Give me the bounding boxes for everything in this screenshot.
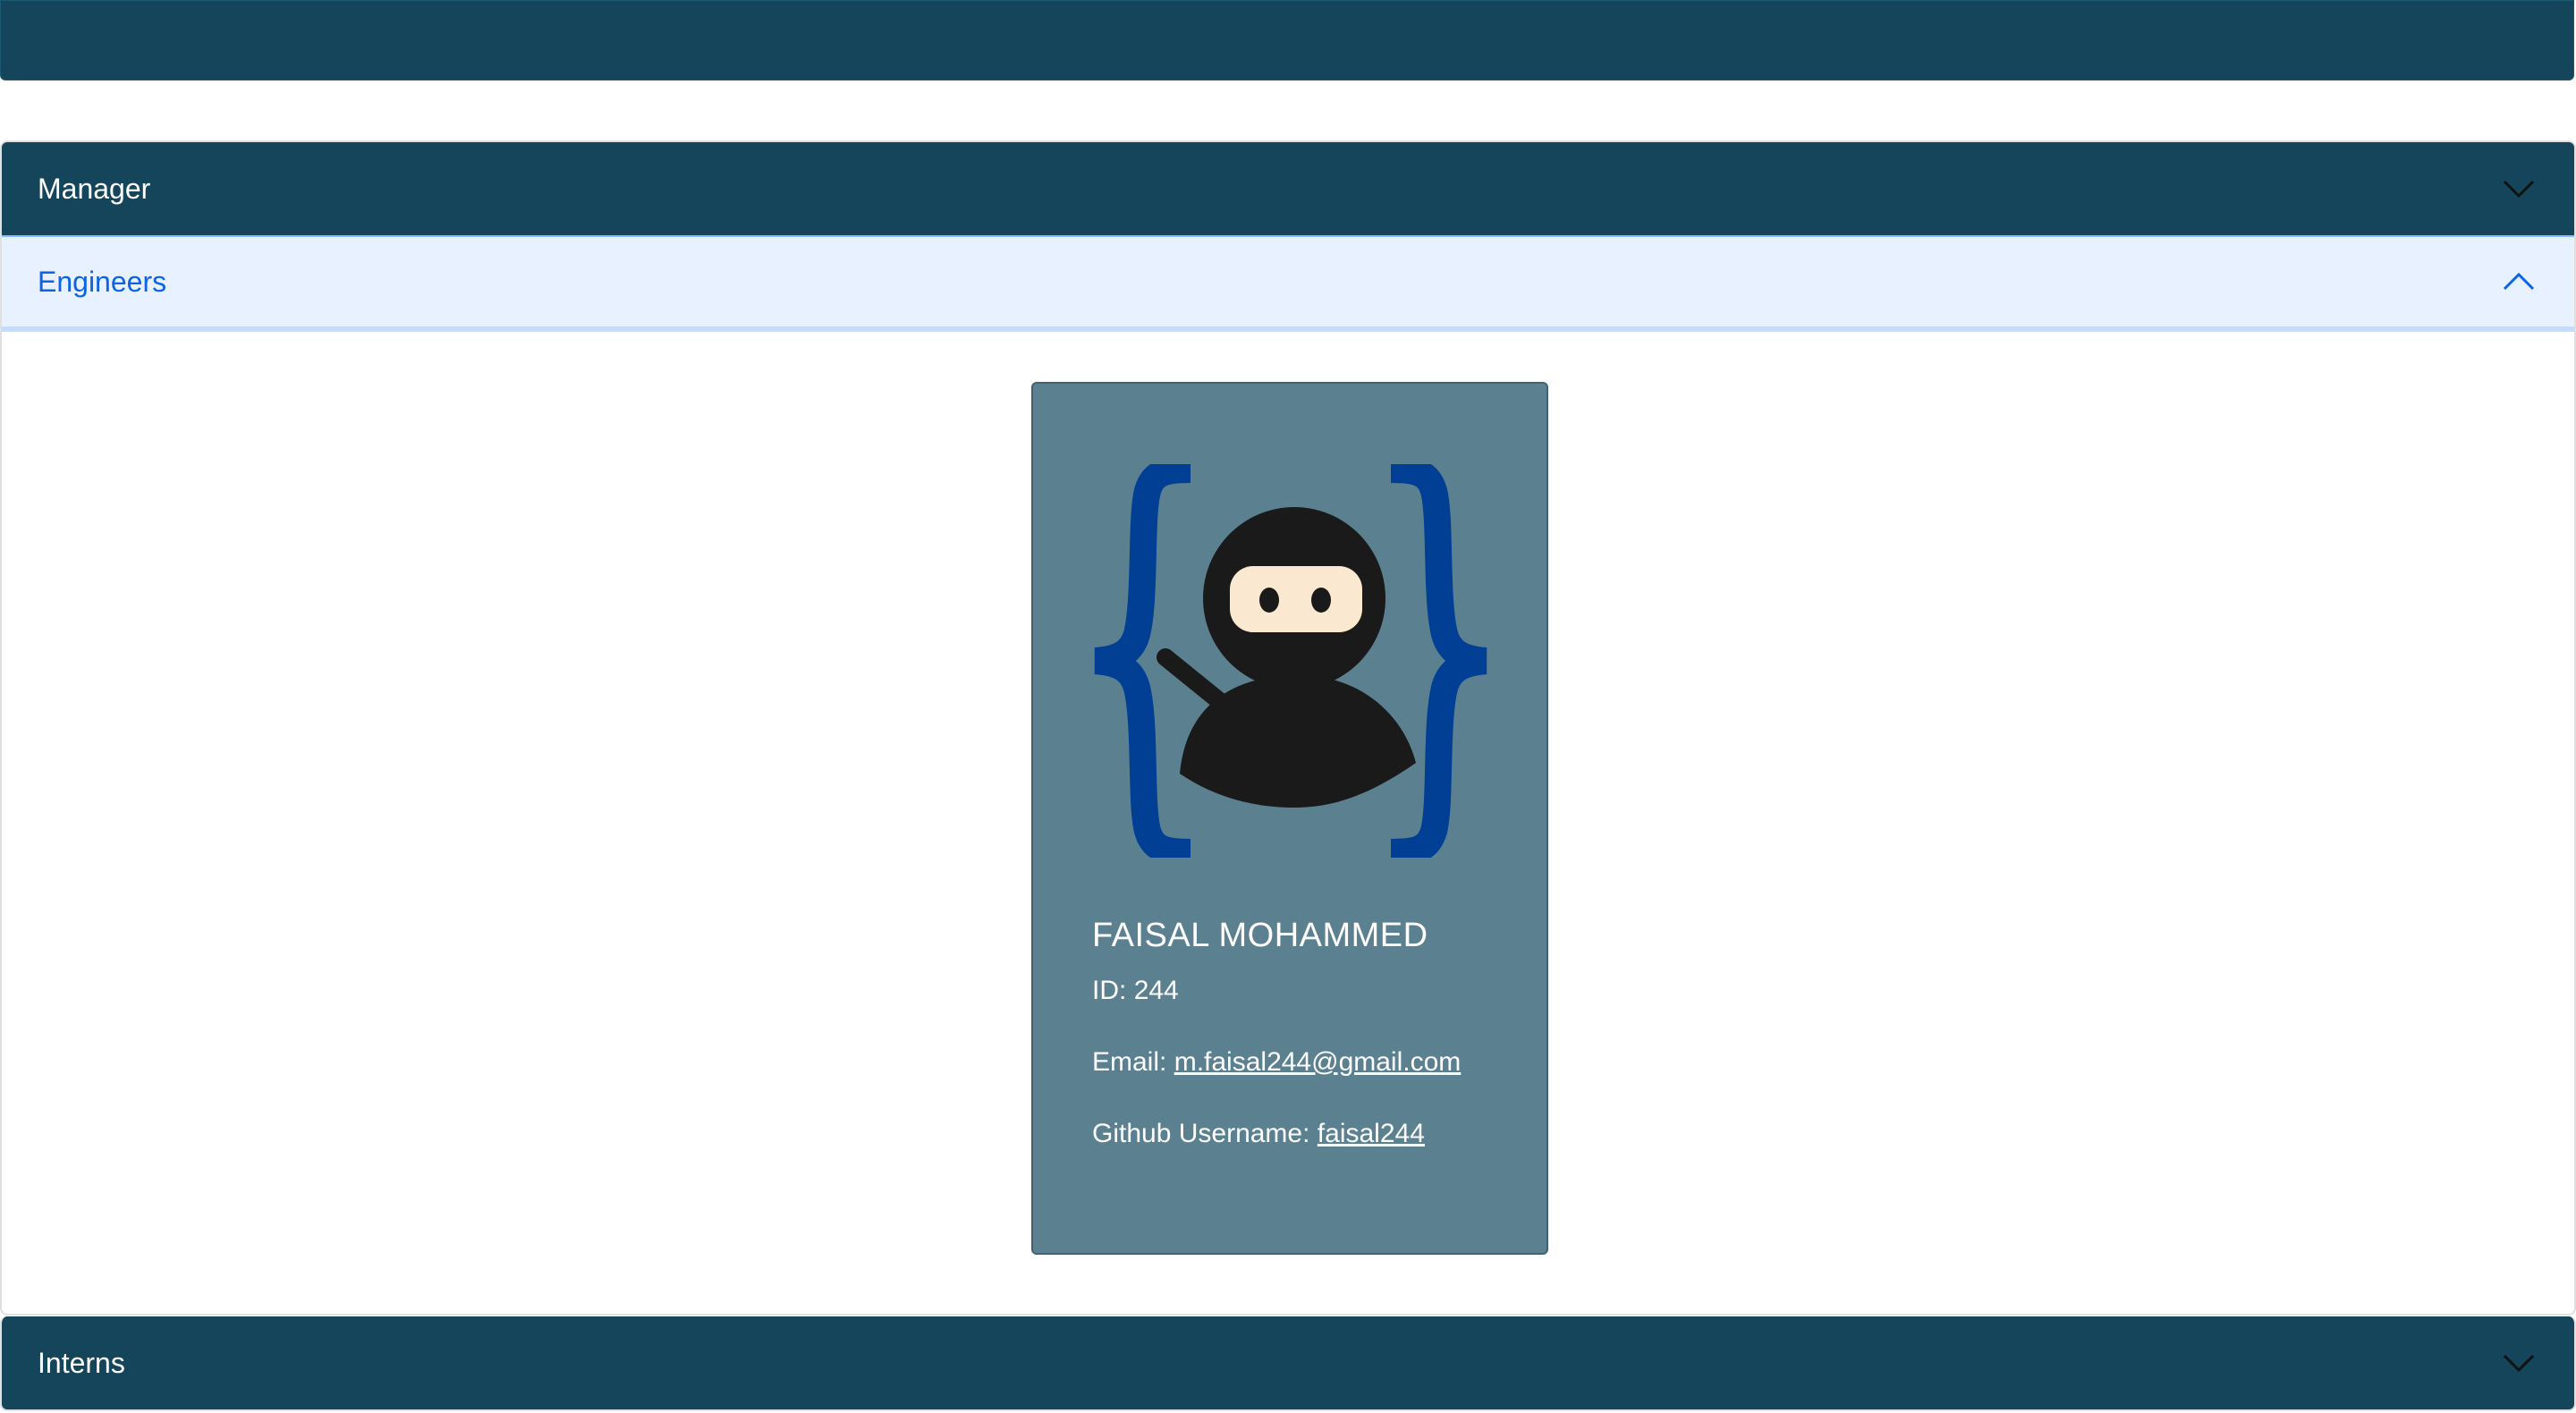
accordion-header-manager[interactable]: Manager <box>2 142 2574 235</box>
accordion-label-engineers: Engineers <box>38 265 167 298</box>
github-link[interactable]: faisal244 <box>1318 1119 1425 1148</box>
accordion-header-engineers[interactable]: Engineers <box>2 235 2574 332</box>
chevron-down-icon <box>2503 180 2535 199</box>
accordion-body-engineers: FAISAL MOHAMMED ID: 244 Email: m.faisal2… <box>2 332 2574 1314</box>
engineer-email: Email: m.faisal244@gmail.com <box>1092 1045 1461 1080</box>
ninja-developer-icon <box>1094 464 1487 858</box>
interns-accordion-item: Interns <box>0 1316 2576 1411</box>
email-link[interactable]: m.faisal244@gmail.com <box>1174 1047 1462 1077</box>
id-label: ID: <box>1092 976 1127 1005</box>
engineer-id: ID: 244 <box>1092 973 1461 1009</box>
accordion-label-manager: Manager <box>38 172 151 205</box>
accordion-header-interns[interactable]: Interns <box>2 1316 2574 1409</box>
engineer-card: FAISAL MOHAMMED ID: 244 Email: m.faisal2… <box>1031 382 1548 1255</box>
github-label: Github Username: <box>1092 1119 1310 1148</box>
accordion-label-interns: Interns <box>38 1346 125 1379</box>
team-accordion: Manager Engineers FAISAL MOHAMMED ID: 24… <box>0 140 2576 1316</box>
top-navbar <box>0 0 2574 80</box>
engineer-github: Github Username: faisal244 <box>1092 1116 1461 1152</box>
engineer-name: FAISAL MOHAMMED <box>1092 917 1428 954</box>
chevron-up-icon <box>2503 272 2535 291</box>
chevron-down-icon <box>2503 1354 2535 1373</box>
email-label: Email: <box>1092 1047 1167 1077</box>
id-value: 244 <box>1133 976 1179 1005</box>
engineer-details: FAISAL MOHAMMED ID: 244 Email: m.faisal2… <box>1092 917 1461 1188</box>
